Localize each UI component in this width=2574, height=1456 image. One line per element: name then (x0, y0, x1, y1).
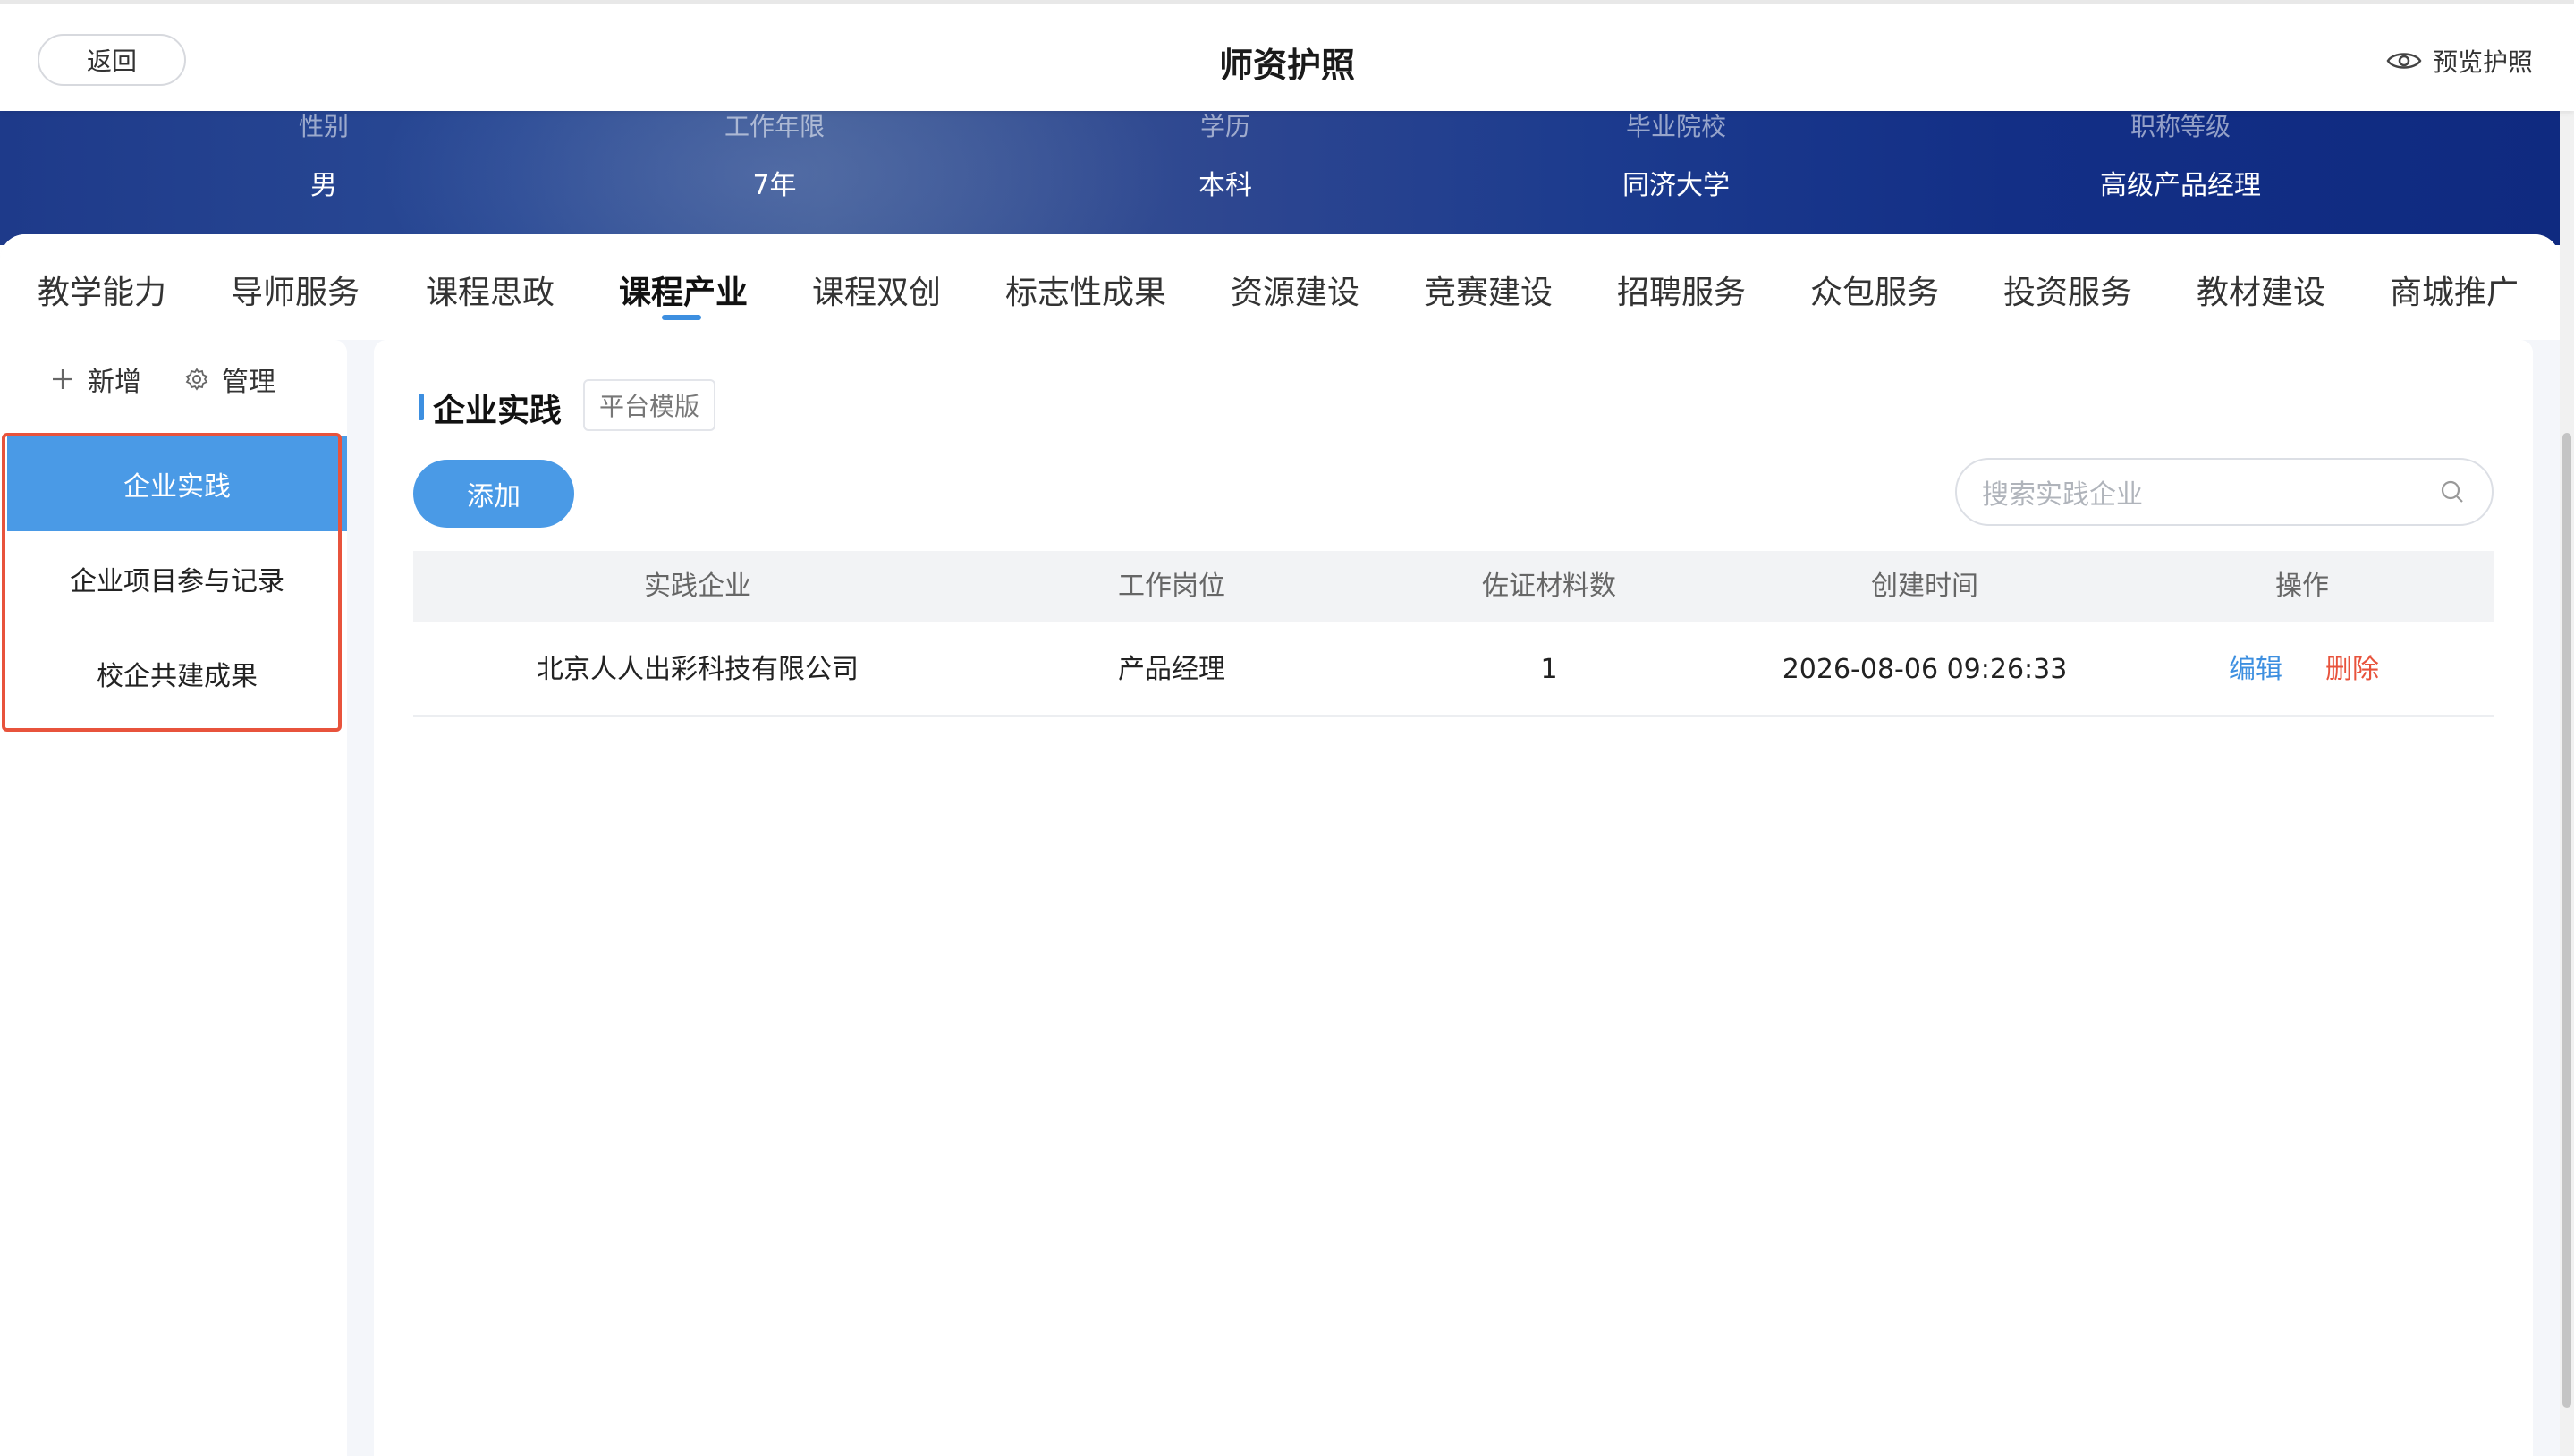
tab-competition-building[interactable]: 竞赛建设 (1424, 267, 1553, 313)
profile-label: 职称等级 (2129, 112, 2231, 141)
section-title: 企业实践 (433, 393, 563, 429)
plus-icon (53, 369, 72, 389)
page-scrollbar[interactable] (2560, 111, 2574, 1456)
table-header: 实践企业 工作岗位 佐证材料数 创建时间 操作 (413, 551, 2494, 622)
tab-mentor-service[interactable]: 导师服务 (231, 267, 360, 313)
manage-category-button[interactable]: 管理 (184, 360, 275, 399)
preview-passport-button[interactable]: 预览护照 (2386, 43, 2533, 79)
tab-investment-service[interactable]: 投资服务 (2003, 267, 2132, 313)
tab-recruitment-service[interactable]: 招聘服务 (1617, 267, 1746, 313)
preview-label: 预览护照 (2432, 47, 2533, 77)
active-tab-indicator (662, 315, 701, 320)
profile-label: 毕业院校 (1625, 112, 1726, 141)
profile-value: 男 (309, 170, 337, 201)
page-title: 师资护照 (1218, 46, 1355, 85)
tab-textbook-building[interactable]: 教材建设 (2197, 267, 2325, 313)
main-panel: 企业实践 平台模版 添加 搜索实践企业 实践企业 工作岗位 佐证材料数 创建时间… (374, 340, 2533, 1456)
tab-crowdsourcing-service[interactable]: 众包服务 (1810, 267, 1939, 313)
edit-link[interactable]: 编辑 (2229, 622, 2282, 717)
table-row: 北京人人出彩科技有限公司 产品经理 1 2026-08-06 09:26:33 … (413, 622, 2494, 717)
template-tag: 平台模版 (583, 379, 716, 431)
profile-school: 毕业院校 同济大学 (1622, 111, 1730, 202)
add-category-button[interactable]: 新增 (50, 360, 141, 399)
category-tabs: 教学能力 导师服务 课程思政 课程产业 课程双创 标志性成果 资源建设 竞赛建设… (0, 234, 2560, 340)
profile-title-level: 职称等级 高级产品经理 (2100, 111, 2261, 202)
tab-course-innovation[interactable]: 课程双创 (812, 267, 941, 313)
scrollbar-thumb[interactable] (2562, 433, 2571, 1408)
cell-created-at: 2026-08-06 09:26:33 (1782, 654, 2068, 685)
tab-course-industry[interactable]: 课程产业 (619, 267, 748, 313)
profile-work-years: 工作年限 7年 (724, 111, 825, 202)
tab-course-ideology[interactable]: 课程思政 (426, 267, 555, 313)
profile-label: 性别 (298, 112, 350, 141)
profile-value: 同济大学 (1622, 170, 1730, 201)
column-header-position: 工作岗位 (1118, 571, 1225, 602)
cell-evidence-count: 1 (1540, 654, 1558, 685)
sidebar-highlight-box (2, 433, 342, 732)
tab-mall-promotion[interactable]: 商城推广 (2390, 267, 2519, 313)
sidebar: 新增 管理 企业实践 企业项目参与记录 校企共建成果 (0, 340, 347, 1456)
search-input[interactable]: 搜索实践企业 (1982, 472, 2438, 512)
top-bar: 返回 师资护照 预览护照 (0, 0, 2574, 111)
section-accent-bar (419, 394, 424, 420)
search-icon[interactable] (2438, 478, 2467, 506)
profile-gender: 性别 男 (299, 111, 349, 202)
column-header-evidence: 佐证材料数 (1482, 571, 1616, 602)
profile-label: 工作年限 (724, 112, 826, 141)
search-box[interactable]: 搜索实践企业 (1955, 458, 2494, 526)
profile-value: 7年 (752, 170, 797, 201)
cell-position: 产品经理 (1118, 654, 1225, 685)
gear-icon (185, 368, 208, 391)
column-header-created: 创建时间 (1871, 571, 1978, 602)
add-button[interactable]: 添加 (413, 460, 574, 528)
tab-teaching-ability[interactable]: 教学能力 (38, 267, 166, 313)
profile-education: 学历 本科 (1198, 111, 1252, 202)
profile-label: 学历 (1199, 112, 1250, 141)
manage-category-label: 管理 (222, 367, 275, 398)
profile-value: 本科 (1198, 170, 1252, 201)
column-header-company: 实践企业 (644, 571, 751, 602)
sidebar-actions: 新增 管理 (50, 360, 318, 399)
add-category-label: 新增 (88, 367, 141, 398)
profile-value: 高级产品经理 (2100, 170, 2261, 201)
tab-landmark-results[interactable]: 标志性成果 (1005, 267, 1166, 313)
delete-link[interactable]: 删除 (2325, 622, 2379, 717)
eye-icon (2386, 53, 2422, 69)
tab-resource-building[interactable]: 资源建设 (1231, 267, 1359, 313)
profile-banner: 性别 男 工作年限 7年 学历 本科 毕业院校 同济大学 职称等级 高级产品经理 (0, 111, 2574, 245)
column-header-actions: 操作 (2275, 571, 2329, 602)
cell-company: 北京人人出彩科技有限公司 (537, 654, 859, 685)
